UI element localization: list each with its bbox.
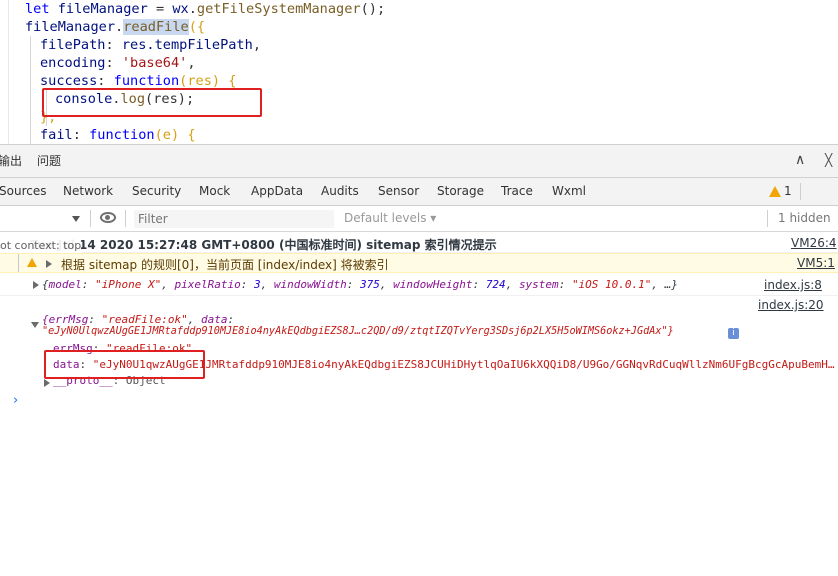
log-levels-dropdown[interactable]: Default levels ▾ bbox=[344, 206, 436, 231]
tab-network[interactable]: Network bbox=[63, 178, 113, 205]
toolbar-divider bbox=[90, 210, 91, 227]
warning-icon bbox=[27, 258, 37, 267]
expand-triangle-icon[interactable] bbox=[33, 281, 39, 289]
property-errmsg: errMsg: "readFile:ok" bbox=[53, 342, 193, 355]
tab-appdata[interactable]: AppData bbox=[251, 178, 303, 205]
code-line-1: let fileManager = wx.getFileSystemManage… bbox=[25, 1, 386, 17]
eye-icon[interactable] bbox=[100, 212, 116, 223]
console-message-readfile: index.js:20 {errMsg: "readFile:ok", data… bbox=[0, 297, 838, 393]
code-line-3: filePath: res.tempFilePath, bbox=[40, 37, 261, 53]
tab-sources[interactable]: Sources bbox=[0, 178, 46, 205]
group-guide bbox=[18, 254, 19, 272]
source-link[interactable]: index.js:20 bbox=[758, 298, 824, 312]
object-preview[interactable]: {errMsg: "readFile:ok", data: bbox=[42, 313, 234, 326]
code-line-4: encoding: 'base64', bbox=[40, 55, 196, 71]
message-text: 根据 sitemap 的规则[0]，当前页面 [index/index] 将被索… bbox=[61, 258, 389, 272]
console-message-info: Tue Jul 14 2020 15:27:48 GMT+0800 (中国标准时… bbox=[0, 233, 838, 253]
code-line-2: fileManager.readFile({ bbox=[25, 19, 206, 35]
property-data[interactable]: data: "eJyN0U1qwzAUgGE1JMRtafddp910MJE8i… bbox=[53, 358, 834, 371]
collapse-triangle-icon[interactable] bbox=[31, 322, 39, 328]
console-message-object: {model: "iPhone X", pixelRatio: 3, windo… bbox=[0, 274, 838, 296]
context-dropdown-caret-icon[interactable] bbox=[72, 216, 80, 222]
tab-trace[interactable]: Trace bbox=[501, 178, 533, 205]
tab-output[interactable]: 输出 bbox=[0, 145, 22, 178]
console-message-warning: 根据 sitemap 的规则[0]，当前页面 [index/index] 将被索… bbox=[0, 253, 838, 273]
warning-count[interactable]: 1 bbox=[784, 178, 792, 205]
code-line-6: console.log(res); bbox=[55, 91, 195, 107]
editor-gutter-line bbox=[8, 0, 9, 144]
toolbar-divider bbox=[125, 210, 126, 227]
panel-tab-bar: 输出 问题 ∧ ╳ bbox=[0, 144, 838, 178]
code-line-8: fail: function(e) { bbox=[40, 127, 196, 143]
tab-security[interactable]: Security bbox=[132, 178, 181, 205]
console-toolbar: Default levels ▾ 1 hidden bbox=[0, 206, 838, 232]
indent-guide bbox=[30, 36, 31, 144]
object-preview[interactable]: {model: "iPhone X", pixelRatio: 3, windo… bbox=[42, 278, 678, 291]
devtools-tab-bar: Sources Network Security Mock AppData Au… bbox=[0, 178, 838, 206]
tab-sensor[interactable]: Sensor bbox=[378, 178, 419, 205]
tab-audits[interactable]: Audits bbox=[321, 178, 359, 205]
tab-issues[interactable]: 问题 bbox=[37, 145, 61, 178]
code-line-7: }, bbox=[40, 109, 57, 125]
toolbar-divider bbox=[767, 210, 768, 227]
code-editor[interactable]: let fileManager = wx.getFileSystemManage… bbox=[0, 0, 838, 144]
tab-wxml[interactable]: Wxml bbox=[552, 178, 586, 205]
console-prompt-icon[interactable]: › bbox=[13, 393, 18, 408]
property-proto[interactable]: __proto__: Object bbox=[53, 374, 166, 387]
source-link[interactable]: index.js:8 bbox=[764, 278, 822, 292]
expand-triangle-icon[interactable] bbox=[44, 379, 50, 387]
object-preview-data[interactable]: "eJyN0UlqwzAUgGE1JMRtafddp910MJE8io4nyAk… bbox=[42, 326, 674, 337]
source-link[interactable]: VM5:1 bbox=[797, 256, 835, 270]
close-icon[interactable]: ╳ bbox=[825, 145, 832, 178]
toolbar-divider bbox=[800, 183, 801, 200]
hidden-count: 1 hidden bbox=[778, 211, 831, 225]
tab-mock[interactable]: Mock bbox=[199, 178, 230, 205]
info-badge-icon[interactable]: i bbox=[728, 328, 739, 339]
expand-triangle-icon[interactable] bbox=[46, 260, 52, 268]
message-text: Tue Jul 14 2020 15:27:48 GMT+0800 (中国标准时… bbox=[30, 238, 497, 252]
filter-input[interactable] bbox=[134, 210, 334, 228]
code-line-5: success: function(res) { bbox=[40, 73, 237, 89]
warning-icon[interactable] bbox=[769, 186, 781, 197]
expand-icon[interactable]: ∧ bbox=[795, 145, 805, 178]
tab-storage[interactable]: Storage bbox=[437, 178, 484, 205]
source-link[interactable]: VM26:4 bbox=[791, 236, 837, 250]
context-tooltip: ot context: top bbox=[0, 239, 82, 253]
